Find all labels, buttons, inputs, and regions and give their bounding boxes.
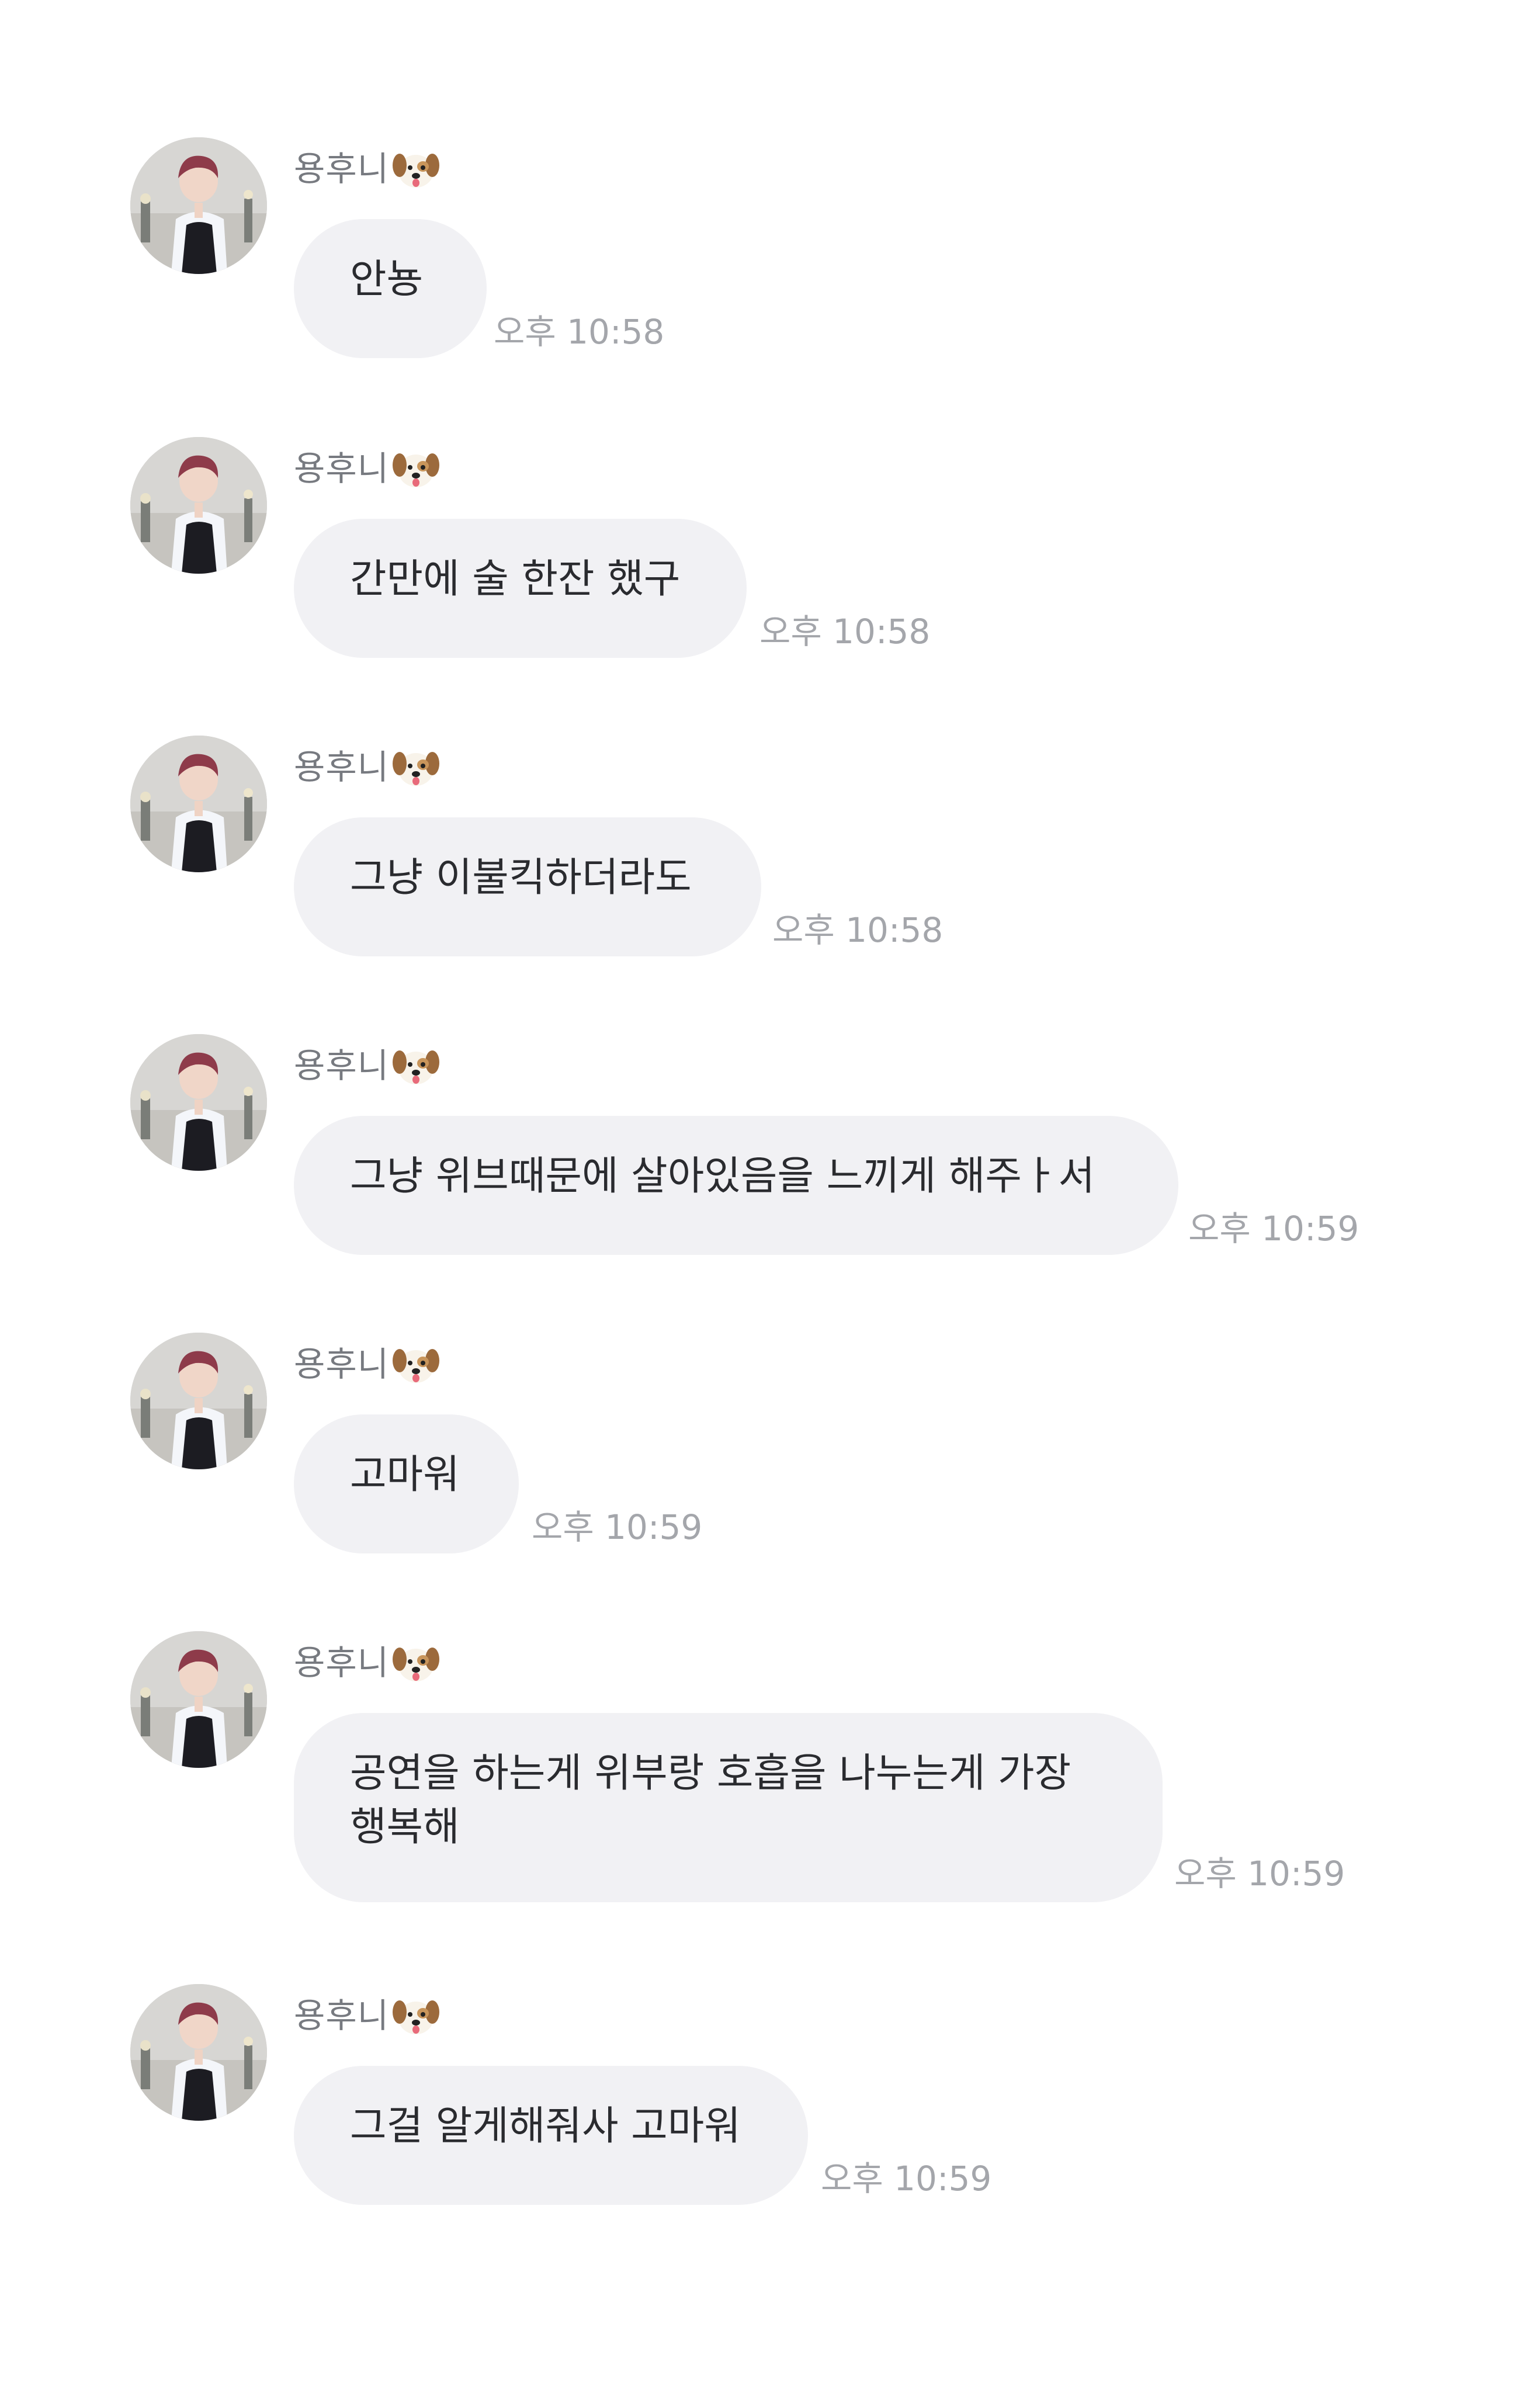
sender-label: 용후니 bbox=[294, 1042, 441, 1089]
message-time: 오후 10:58 bbox=[759, 612, 931, 651]
sender-label: 용후니 bbox=[294, 1992, 441, 2039]
message-bubble[interactable]: 공연을 하는게 위부랑 호흡을 나누는게 가장 행복해 bbox=[294, 1713, 1163, 1902]
sender-label: 용후니 bbox=[294, 744, 441, 790]
dog-face-icon bbox=[391, 1340, 441, 1389]
avatar[interactable] bbox=[130, 1333, 267, 1469]
dog-face-icon bbox=[391, 144, 441, 193]
message-time: 오후 10:59 bbox=[1188, 1209, 1359, 1248]
message-bubble[interactable]: 안뇽 bbox=[294, 219, 487, 358]
avatar[interactable] bbox=[130, 1631, 267, 1768]
sender-name: 용후니 bbox=[294, 1344, 390, 1384]
message-time: 오후 10:59 bbox=[1174, 1854, 1345, 1893]
sender-name: 용후니 bbox=[294, 449, 390, 488]
dog-face-icon bbox=[391, 1638, 441, 1687]
sender-name: 용후니 bbox=[294, 149, 390, 189]
message-bubble[interactable]: 그냥 이불킥하더라도 bbox=[294, 817, 761, 956]
message-bubble[interactable]: 그걸 알게해줘사 고마워 bbox=[294, 2066, 808, 2205]
message-time: 오후 10:59 bbox=[821, 2159, 992, 2198]
sender-label: 용후니 bbox=[294, 1341, 441, 1388]
message-time: 오후 10:59 bbox=[532, 1507, 703, 1547]
sender-name: 용후니 bbox=[294, 1643, 390, 1683]
message-bubble[interactable]: 간만에 술 한잔 했구 bbox=[294, 519, 747, 658]
dog-face-icon bbox=[391, 1991, 441, 2040]
dog-face-icon bbox=[391, 444, 441, 493]
message-bubble[interactable]: 그냥 위브때문에 살아있음을 느끼게 해주ㅏ서 bbox=[294, 1116, 1178, 1255]
sender-name: 용후니 bbox=[294, 1996, 390, 2035]
avatar[interactable] bbox=[130, 1034, 267, 1171]
dog-face-icon bbox=[391, 743, 441, 792]
sender-name: 용후니 bbox=[294, 747, 390, 787]
message-time: 오후 10:58 bbox=[772, 910, 944, 950]
dog-face-icon bbox=[391, 1041, 441, 1090]
avatar[interactable] bbox=[130, 437, 267, 574]
sender-label: 용후니 bbox=[294, 445, 441, 492]
avatar[interactable] bbox=[130, 1984, 267, 2121]
sender-name: 용후니 bbox=[294, 1046, 390, 1085]
avatar[interactable] bbox=[130, 137, 267, 274]
sender-label: 용후니 bbox=[294, 1639, 441, 1686]
message-time: 오후 10:58 bbox=[494, 312, 665, 352]
sender-label: 용후니 bbox=[294, 145, 441, 192]
message-bubble[interactable]: 고마워 bbox=[294, 1414, 519, 1553]
avatar[interactable] bbox=[130, 736, 267, 872]
chat-thread: 용후니 안뇽 오후 10:58 용후니 간만에 술 한잔 했구 오후 10:58… bbox=[0, 0, 1540, 2393]
